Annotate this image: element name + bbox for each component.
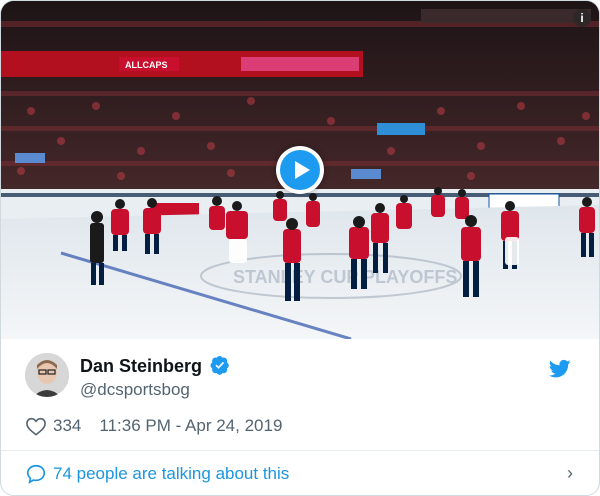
play-button[interactable] (276, 146, 324, 194)
avatar-portrait (25, 353, 69, 397)
speech-bubble-icon (26, 464, 46, 484)
conversation-link[interactable]: 74 people are talking about this › (25, 461, 575, 487)
chevron-right-icon: › (567, 463, 573, 483)
avatar[interactable] (25, 353, 69, 397)
author-names: Dan Steinberg @dcsportsbog (80, 355, 230, 400)
like-count[interactable]: 334 (53, 416, 81, 436)
play-icon (280, 150, 320, 190)
twitter-bird-icon[interactable] (548, 359, 571, 384)
heart-icon[interactable] (25, 416, 47, 436)
arena-banner-text: ALLCAPS (125, 60, 168, 70)
tweet-meta: 334 11:36 PM - Apr 24, 2019 (25, 416, 282, 436)
info-icon[interactable]: i (573, 9, 591, 27)
video-thumbnail[interactable]: ALLCAPS STANLEY CUP PLAYOFFS i (1, 1, 599, 339)
tweet-author: Dan Steinberg @dcsportsbog (25, 353, 575, 403)
tweet-embed-card: ALLCAPS STANLEY CUP PLAYOFFS i Dan Stein… (0, 0, 600, 496)
ice-logo-text: STANLEY CUP PLAYOFFS (233, 267, 457, 287)
tweet-timestamp[interactable]: 11:36 PM - Apr 24, 2019 (99, 416, 282, 436)
conversation-text: 74 people are talking about this (53, 464, 290, 483)
author-handle[interactable]: @dcsportsbog (80, 380, 230, 400)
divider (1, 450, 599, 451)
author-name[interactable]: Dan Steinberg (80, 356, 202, 376)
verified-badge-icon (210, 356, 230, 375)
